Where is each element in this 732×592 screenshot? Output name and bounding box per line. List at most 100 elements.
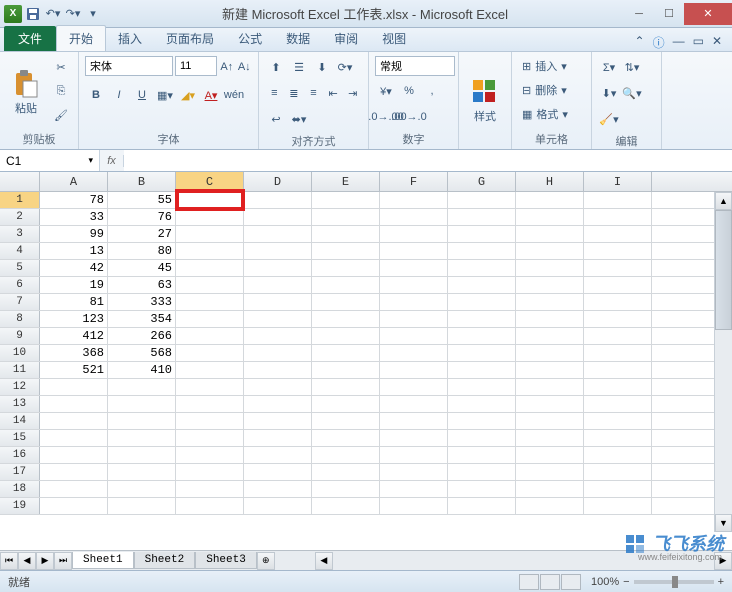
orientation-icon[interactable]: ⟳▾ xyxy=(334,56,356,78)
cell[interactable] xyxy=(448,345,516,361)
cell[interactable] xyxy=(312,481,380,497)
cell[interactable] xyxy=(380,243,448,259)
cell[interactable] xyxy=(40,379,108,395)
cell[interactable] xyxy=(584,294,652,310)
align-right-icon[interactable]: ≡ xyxy=(304,82,323,104)
format-cells-button[interactable]: ▦格式▾ xyxy=(518,104,585,124)
font-size-select[interactable] xyxy=(175,56,217,76)
cell[interactable] xyxy=(176,396,244,412)
redo-icon[interactable]: ↷▾ xyxy=(64,5,82,23)
cell[interactable] xyxy=(244,498,312,514)
cell[interactable] xyxy=(176,379,244,395)
cell[interactable] xyxy=(176,277,244,293)
cell[interactable] xyxy=(176,362,244,378)
cell[interactable] xyxy=(516,464,584,480)
cell[interactable]: 333 xyxy=(108,294,176,310)
clear-icon[interactable]: 🧹▾ xyxy=(598,108,620,130)
cell[interactable] xyxy=(176,328,244,344)
cell[interactable] xyxy=(516,311,584,327)
row-header[interactable]: 2 xyxy=(0,209,40,225)
align-left-icon[interactable]: ≡ xyxy=(265,82,284,104)
close-button[interactable]: ✕ xyxy=(684,3,732,25)
cell[interactable] xyxy=(584,464,652,480)
sheet-last-icon[interactable]: ⏭ xyxy=(54,552,72,570)
cell[interactable] xyxy=(244,192,312,208)
cell[interactable] xyxy=(312,464,380,480)
cell[interactable] xyxy=(380,192,448,208)
cell[interactable] xyxy=(380,294,448,310)
cell[interactable] xyxy=(380,413,448,429)
cell[interactable] xyxy=(584,413,652,429)
font-color-icon[interactable]: A▾ xyxy=(200,84,222,106)
tab-review[interactable]: 审阅 xyxy=(322,26,370,51)
help-icon[interactable]: ⓘ xyxy=(653,34,665,51)
cell[interactable] xyxy=(176,413,244,429)
cell[interactable] xyxy=(448,396,516,412)
decrease-decimal-icon[interactable]: .00→.0 xyxy=(398,106,420,128)
cell[interactable]: 78 xyxy=(40,192,108,208)
cell[interactable] xyxy=(448,277,516,293)
zoom-level[interactable]: 100% xyxy=(591,576,619,588)
cell[interactable] xyxy=(448,464,516,480)
cell[interactable] xyxy=(584,192,652,208)
cell[interactable] xyxy=(448,481,516,497)
row-header[interactable]: 6 xyxy=(0,277,40,293)
cell[interactable] xyxy=(176,345,244,361)
cell[interactable]: 27 xyxy=(108,226,176,242)
cell[interactable] xyxy=(244,481,312,497)
cell[interactable] xyxy=(448,328,516,344)
row-header[interactable]: 4 xyxy=(0,243,40,259)
cell[interactable] xyxy=(176,311,244,327)
cell[interactable] xyxy=(448,226,516,242)
cell[interactable]: 42 xyxy=(40,260,108,276)
font-name-select[interactable] xyxy=(85,56,173,76)
cell[interactable] xyxy=(584,481,652,497)
cell[interactable]: 266 xyxy=(108,328,176,344)
sheet-next-icon[interactable]: ▶ xyxy=(36,552,54,570)
cell[interactable] xyxy=(176,209,244,225)
cell[interactable] xyxy=(176,498,244,514)
cell[interactable] xyxy=(584,430,652,446)
formula-input[interactable] xyxy=(124,150,732,171)
row-header[interactable]: 15 xyxy=(0,430,40,446)
cell[interactable] xyxy=(176,294,244,310)
cell[interactable] xyxy=(312,498,380,514)
view-normal-icon[interactable] xyxy=(519,574,539,590)
cell[interactable]: 80 xyxy=(108,243,176,259)
cell[interactable] xyxy=(584,498,652,514)
sheet-tab[interactable]: Sheet2 xyxy=(134,552,196,569)
window-min-icon[interactable]: — xyxy=(673,34,685,51)
cell[interactable] xyxy=(380,481,448,497)
cell[interactable] xyxy=(108,379,176,395)
cell[interactable] xyxy=(380,260,448,276)
cell[interactable] xyxy=(584,379,652,395)
fx-button[interactable]: fx xyxy=(100,155,124,167)
cell[interactable] xyxy=(516,362,584,378)
cell[interactable] xyxy=(380,379,448,395)
bold-button[interactable]: B xyxy=(85,84,107,106)
tab-layout[interactable]: 页面布局 xyxy=(154,26,226,51)
cell[interactable] xyxy=(108,413,176,429)
window-close-icon[interactable]: ✕ xyxy=(712,34,722,51)
col-header-A[interactable]: A xyxy=(40,172,108,191)
align-top-icon[interactable]: ⬆ xyxy=(265,56,287,78)
cell[interactable] xyxy=(312,379,380,395)
cell[interactable] xyxy=(584,362,652,378)
cell[interactable] xyxy=(244,413,312,429)
cell[interactable] xyxy=(244,430,312,446)
sort-icon[interactable]: ⇅▾ xyxy=(621,56,643,78)
cell[interactable] xyxy=(108,430,176,446)
cell[interactable] xyxy=(448,498,516,514)
cell[interactable]: 55 xyxy=(108,192,176,208)
cell[interactable] xyxy=(176,464,244,480)
cell[interactable] xyxy=(244,396,312,412)
cell[interactable] xyxy=(176,430,244,446)
cell[interactable] xyxy=(312,226,380,242)
fill-icon[interactable]: ⬇▾ xyxy=(598,82,620,104)
merge-icon[interactable]: ⬌▾ xyxy=(288,108,310,130)
cell[interactable] xyxy=(40,498,108,514)
zoom-out-icon[interactable]: − xyxy=(623,576,629,588)
cell[interactable] xyxy=(176,192,244,208)
cell[interactable] xyxy=(312,345,380,361)
cell[interactable] xyxy=(516,447,584,463)
